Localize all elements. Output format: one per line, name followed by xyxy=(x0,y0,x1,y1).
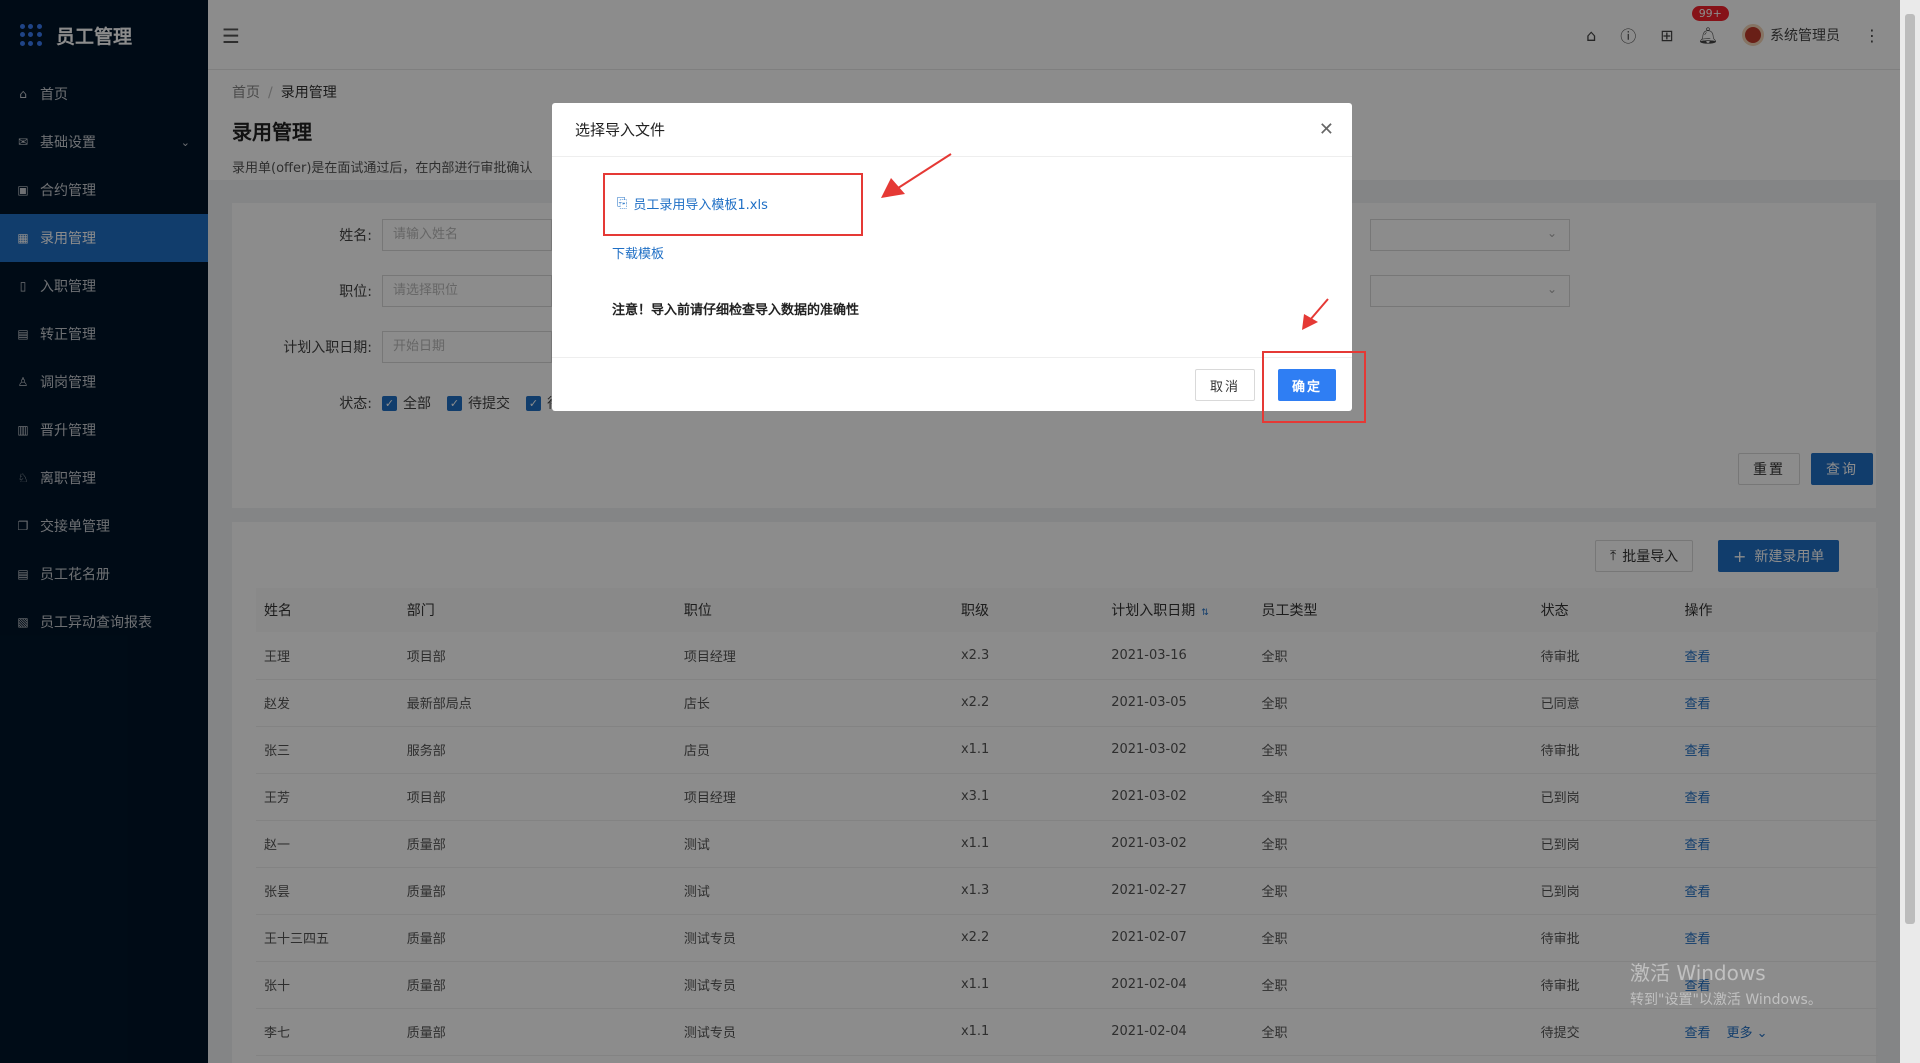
download-template-link[interactable]: 下载模板 xyxy=(612,243,664,262)
windows-activation-watermark: 激活 Windows 转到"设置"以激活 Windows。 xyxy=(1630,957,1822,1009)
cancel-button[interactable]: 取消 xyxy=(1194,369,1255,401)
annotation-box-confirm xyxy=(1262,351,1366,423)
dialog-title: 选择导入文件 xyxy=(552,103,1352,157)
watermark-line-1: 激活 Windows xyxy=(1630,961,1766,985)
page-scrollbar[interactable] xyxy=(1900,0,1920,1063)
dialog-footer: 取消 确定 xyxy=(552,357,1352,411)
import-notice: 注意！导入前请仔细检查导入数据的准确性 xyxy=(612,303,860,318)
annotation-box-file xyxy=(603,173,863,236)
annotation-arrow-confirm xyxy=(1302,298,1329,330)
close-icon[interactable]: ✕ xyxy=(1319,119,1334,140)
annotation-arrow-file xyxy=(881,153,952,198)
watermark-line-2: 转到"设置"以激活 Windows。 xyxy=(1630,992,1822,1008)
scrollbar-thumb[interactable] xyxy=(1905,14,1915,924)
